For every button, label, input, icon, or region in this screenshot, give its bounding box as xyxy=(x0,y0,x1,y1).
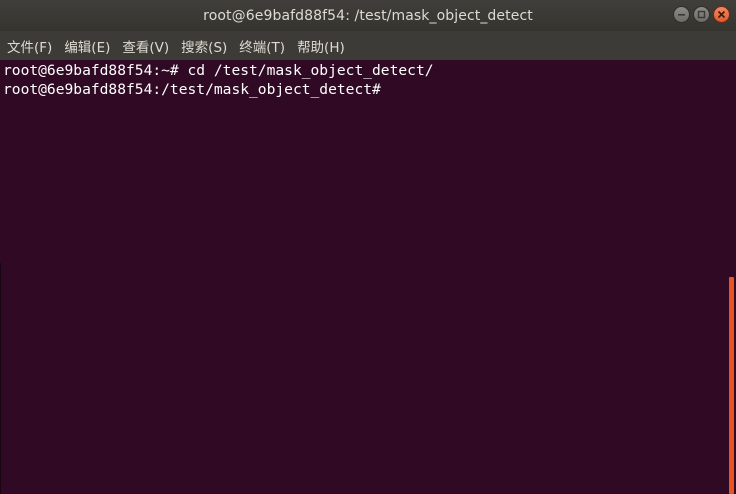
menu-view[interactable]: 查看(V) xyxy=(122,36,169,56)
minimize-icon xyxy=(678,14,685,16)
menu-file[interactable]: 文件(F) xyxy=(7,36,52,56)
window-title: root@6e9bafd88f54: /test/mask_object_det… xyxy=(203,7,533,24)
terminal-prompt-line: root@6e9bafd88f54:/test/mask_object_dete… xyxy=(3,80,729,99)
close-icon xyxy=(717,10,726,19)
terminal-window: root@6e9bafd88f54: /test/mask_object_det… xyxy=(0,0,736,494)
minimize-button[interactable] xyxy=(673,6,690,23)
maximize-icon xyxy=(697,10,706,19)
terminal-cursor xyxy=(381,80,390,96)
menu-terminal[interactable]: 终端(T) xyxy=(239,36,285,56)
terminal-prompt: root@6e9bafd88f54:/test/mask_object_dete… xyxy=(3,81,381,98)
window-edge xyxy=(0,263,1,494)
terminal-line: root@6e9bafd88f54:~# cd /test/mask_objec… xyxy=(3,62,434,79)
terminal-output[interactable]: root@6e9bafd88f54:~# cd /test/mask_objec… xyxy=(0,60,729,494)
scrollbar-thumb[interactable] xyxy=(729,277,734,494)
menu-edit[interactable]: 编辑(E) xyxy=(64,36,110,56)
window-controls xyxy=(673,6,730,23)
title-bar[interactable]: root@6e9bafd88f54: /test/mask_object_det… xyxy=(0,0,736,31)
menu-help[interactable]: 帮助(H) xyxy=(297,36,345,56)
menu-search[interactable]: 搜索(S) xyxy=(181,36,227,56)
close-button[interactable] xyxy=(713,6,730,23)
maximize-button[interactable] xyxy=(693,6,710,23)
menu-bar: 文件(F) 编辑(E) 查看(V) 搜索(S) 终端(T) 帮助(H) xyxy=(0,31,736,60)
